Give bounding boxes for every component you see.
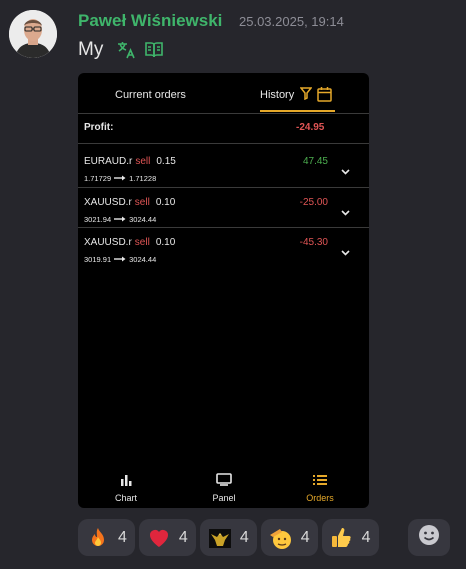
reaction-fire[interactable]: 4 [78,519,135,556]
nav-panel[interactable]: Panel [194,473,254,503]
reaction-count: 4 [118,528,127,546]
order-row[interactable]: EURAUD.r sell 0.15 1.71729 1.71228 47.45 [78,146,369,186]
active-tab-indicator [260,110,335,112]
order-symbol: EURAUD.r [84,156,133,167]
list-icon [313,473,327,490]
reaction-count: 4 [178,528,188,546]
reaction-count: 4 [300,528,310,546]
order-symbol-line: XAUUSD.r sell 0.10 [84,237,175,248]
order-row[interactable]: XAUUSD.r sell 0.10 3021.94 3024.44 -25.00 [78,187,369,227]
trading-app-screenshot[interactable]: Current orders History Profit: -24.95 EU… [78,73,369,508]
chevron-down-icon[interactable] [341,203,350,221]
arrow-right-icon [114,255,126,264]
message-text: My [78,39,104,60]
monitor-icon [216,473,232,490]
translate-icon[interactable] [115,39,137,61]
order-tabs: Current orders History [78,73,369,113]
bottom-nav: Chart Panel Orders [78,469,369,508]
order-prices: 3021.94 3024.44 [84,215,156,224]
order-side: sell [134,197,150,208]
avatar[interactable] [9,10,57,58]
reaction-eagle[interactable]: 4 [199,519,257,556]
nav-label: Panel [212,493,236,503]
reaction-thumbs-up[interactable]: 4 [321,519,379,556]
eagle-icon [208,526,232,550]
profit-value: -24.95 [296,122,325,133]
close-price: 3024.44 [129,255,157,264]
reactions-bar: 4 4 4 4 4 [78,519,383,556]
add-reaction-button[interactable] [408,519,450,556]
nav-label: Orders [306,493,334,503]
nav-label: Chart [114,493,137,503]
order-row[interactable]: XAUUSD.r sell 0.10 3019.91 3024.44 -45.30 [78,227,369,267]
order-pnl: -25.00 [299,197,328,208]
divider [78,143,369,144]
reaction-heart[interactable]: 4 [138,519,196,556]
nav-orders[interactable]: Orders [290,473,350,503]
order-pnl: 47.45 [302,156,328,167]
smiley-icon [418,524,440,551]
arrow-right-icon [114,215,126,224]
reaction-count: 4 [239,528,249,546]
open-price: 1.71729 [84,174,112,183]
heart-icon [147,526,171,550]
chevron-down-icon[interactable] [341,243,350,261]
thumbs-up-icon [330,526,354,550]
fire-icon [86,526,110,550]
order-symbol-line: EURAUD.r sell 0.15 [84,156,176,167]
tab-history[interactable]: History [260,89,294,101]
filter-icon[interactable] [299,87,313,105]
book-icon[interactable] [143,39,165,61]
divider [78,113,369,114]
order-volume: 0.15 [156,156,176,167]
order-prices: 3019.91 3024.44 [84,255,156,264]
tab-current-orders[interactable]: Current orders [115,89,186,101]
message-content: My [78,39,165,61]
reaction-count: 4 [361,528,371,546]
bar-chart-icon [120,473,132,490]
order-symbol: XAUUSD.r [84,197,132,208]
saluting-face-icon [269,526,293,550]
message-timestamp: 25.03.2025, 19:14 [239,14,344,29]
order-symbol: XAUUSD.r [84,237,132,248]
profit-label: Profit: [84,122,114,133]
order-symbol-line: XAUUSD.r sell 0.10 [84,197,175,208]
order-side: sell [135,156,151,167]
chevron-down-icon[interactable] [341,162,350,180]
arrow-right-icon [114,174,126,183]
reaction-salute[interactable]: 4 [260,519,318,556]
calendar-icon[interactable] [317,86,332,107]
nav-chart[interactable]: Chart [96,473,156,503]
order-volume: 0.10 [155,237,176,248]
order-prices: 1.71729 1.71228 [84,174,156,183]
order-pnl: -45.30 [299,237,328,248]
open-price: 3019.91 [84,255,112,264]
author-name[interactable]: Paweł Wiśniewski [78,11,222,31]
close-price: 1.71228 [129,174,157,183]
order-volume: 0.10 [155,197,176,208]
close-price: 3024.44 [129,215,157,224]
order-side: sell [134,237,150,248]
open-price: 3021.94 [84,215,112,224]
